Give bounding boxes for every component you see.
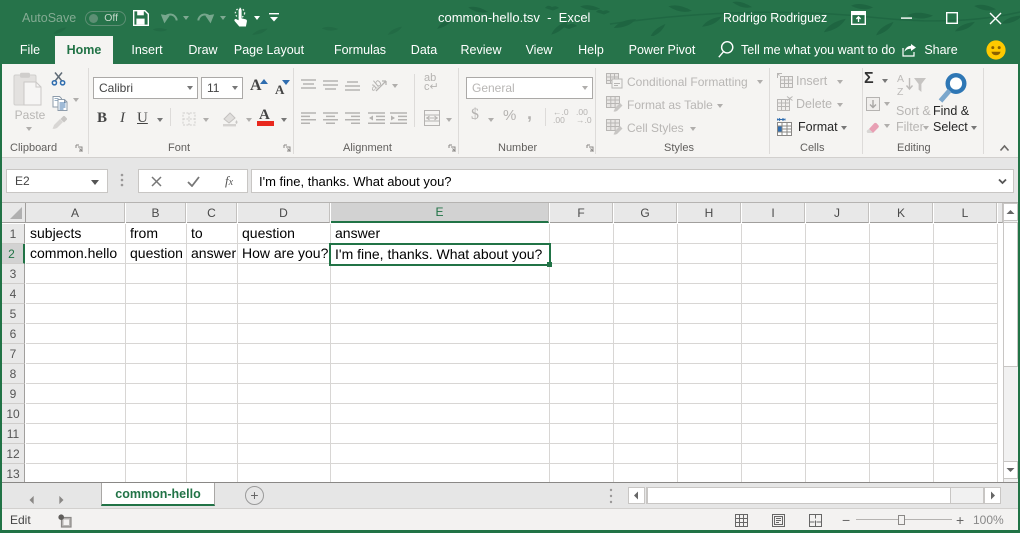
- svg-text:A: A: [897, 73, 904, 85]
- svg-text:Z: Z: [897, 86, 904, 97]
